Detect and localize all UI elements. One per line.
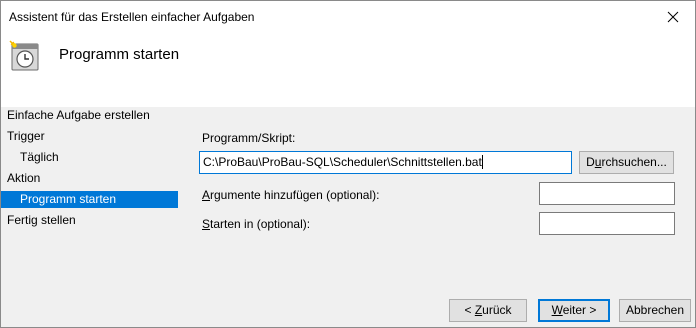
page-title: Programm starten [59,46,180,63]
task-clock-icon [9,40,39,71]
next-label-mnemonic: W [551,303,563,317]
program-script-input[interactable]: C:\ProBau\ProBau-SQL\Scheduler\Schnittst… [199,151,572,174]
arguments-label: Argumente hinzufügen (optional): [202,188,379,202]
arguments-input[interactable] [539,182,675,205]
next-label-end: eiter > [562,303,597,317]
step-start-program: Programm starten [1,191,178,208]
title-bar[interactable]: Assistent für das Erstellen einfacher Au… [1,1,695,32]
close-button[interactable] [650,1,695,32]
step-trigger: Trigger [7,129,45,143]
step-finish: Fertig stellen [7,213,76,227]
back-label-end: urück [482,303,512,317]
program-script-value: C:\ProBau\ProBau-SQL\Scheduler\Schnittst… [203,155,482,169]
start-in-input[interactable] [539,212,675,235]
start-in-label-rest: tarten in (optional): [210,217,311,231]
close-icon [667,11,678,22]
back-button[interactable]: < Zurück [449,299,527,322]
back-label-start: < [464,303,475,317]
start-in-label: Starten in (optional): [202,217,310,231]
browse-label-end: rchsuchen... [601,155,667,169]
program-script-label: Programm/Skript: [202,131,296,145]
next-button[interactable]: Weiter > [538,299,610,322]
step-daily: Täglich [20,150,59,164]
start-in-label-mnemonic: S [202,217,211,231]
wizard-header: Programm starten [1,32,695,107]
wizard-window: Assistent für das Erstellen einfacher Au… [0,0,696,328]
browse-button[interactable]: Durchsuchen... [579,151,674,174]
browse-label-start: D [586,155,595,169]
window-title: Assistent für das Erstellen einfacher Au… [9,10,255,24]
step-action: Aktion [7,171,41,185]
cancel-button[interactable]: Abbrechen [619,299,691,322]
arguments-label-rest: rgumente hinzufügen (optional): [210,188,380,202]
arguments-label-mnemonic: A [202,188,211,202]
text-caret [481,155,483,169]
step-create-task: Einfache Aufgabe erstellen [7,108,150,122]
